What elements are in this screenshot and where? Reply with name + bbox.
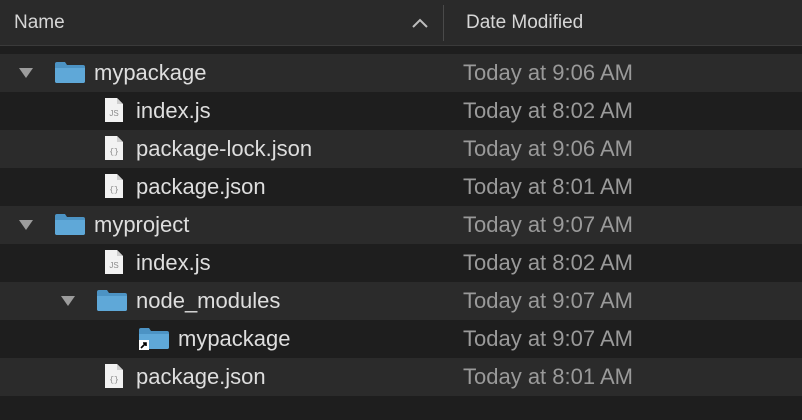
folder-alias-icon: [139, 328, 169, 350]
item-name: package.json: [136, 364, 266, 389]
js-file-icon: JS: [105, 98, 123, 122]
column-header: Name Date Modified: [0, 0, 802, 46]
item-date: Today at 9:07 AM: [463, 212, 633, 237]
json-file-icon: {}: [105, 364, 123, 388]
list-item[interactable]: JS index.js Today at 8:02 AM: [0, 244, 802, 282]
item-name: index.js: [136, 98, 211, 123]
item-name: mypackage: [94, 60, 207, 85]
json-file-icon: {}: [105, 174, 123, 198]
json-file-icon: {}: [105, 136, 123, 160]
list-item[interactable]: {} package.json Today at 8:01 AM: [0, 168, 802, 206]
item-name: package-lock.json: [136, 136, 313, 161]
item-date: Today at 8:02 AM: [463, 98, 633, 123]
js-file-icon: JS: [105, 250, 123, 274]
file-list: mypackage Today at 9:06 AM JS index.js T…: [0, 54, 802, 396]
item-name: node_modules: [136, 288, 281, 313]
disclosure-triangle-down-icon[interactable]: [18, 67, 34, 79]
folder-icon: [55, 214, 85, 235]
item-date: Today at 8:01 AM: [463, 174, 633, 199]
list-item[interactable]: node_modules Today at 9:07 AM: [0, 282, 802, 320]
list-item[interactable]: mypackage Today at 9:06 AM: [0, 54, 802, 92]
item-date: Today at 9:07 AM: [463, 326, 633, 351]
list-item[interactable]: {} package-lock.json Today at 9:06 AM: [0, 130, 802, 168]
finder-list-view: Name Date Modified mypackage Today at 9:…: [0, 0, 802, 420]
list-item[interactable]: JS index.js Today at 8:02 AM: [0, 92, 802, 130]
item-date: Today at 9:06 AM: [463, 136, 633, 161]
disclosure-triangle-down-icon[interactable]: [18, 219, 34, 231]
item-name: mypackage: [178, 326, 291, 351]
item-date: Today at 8:01 AM: [463, 364, 633, 389]
folder-icon: [55, 62, 85, 83]
svg-text:{}: {}: [109, 148, 119, 157]
item-date: Today at 9:07 AM: [463, 288, 633, 313]
item-name: package.json: [136, 174, 266, 199]
svg-text:JS: JS: [109, 109, 118, 118]
list-item[interactable]: myproject Today at 9:07 AM: [0, 206, 802, 244]
name-column-header[interactable]: Name: [14, 0, 434, 46]
item-name: myproject: [94, 212, 190, 237]
date-modified-column-header[interactable]: Date Modified: [466, 0, 786, 46]
item-date: Today at 8:02 AM: [463, 250, 633, 275]
list-item[interactable]: {} package.json Today at 8:01 AM: [0, 358, 802, 396]
column-divider[interactable]: [443, 5, 444, 41]
disclosure-triangle-down-icon[interactable]: [60, 295, 76, 307]
svg-text:{}: {}: [109, 186, 119, 195]
svg-text:{}: {}: [109, 376, 119, 385]
item-date: Today at 9:06 AM: [463, 60, 633, 85]
folder-icon: [97, 290, 127, 311]
list-item[interactable]: mypackage Today at 9:07 AM: [0, 320, 802, 358]
svg-text:JS: JS: [109, 261, 118, 270]
item-name: index.js: [136, 250, 211, 275]
chevron-up-icon[interactable]: [411, 16, 429, 30]
